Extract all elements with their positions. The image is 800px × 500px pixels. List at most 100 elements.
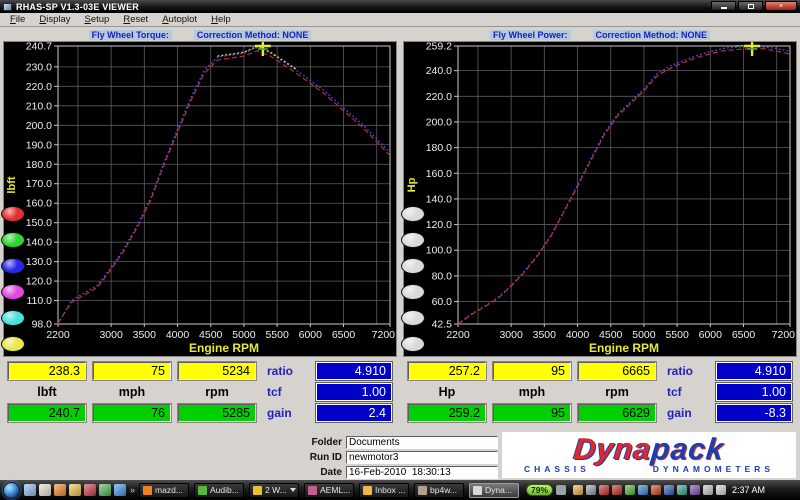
run-select-button-6[interactable] xyxy=(401,336,425,352)
svg-text:120.0: 120.0 xyxy=(26,276,52,288)
power-plug-icon[interactable] xyxy=(556,485,567,495)
run-select-button-2[interactable] xyxy=(1,232,25,248)
torque-chart[interactable]: 240.7 230.0 220.0 210.0 200.0 190.0 180.0 170.0… xyxy=(3,41,397,357)
close-button[interactable]: × xyxy=(765,1,797,11)
run-select-button-4[interactable] xyxy=(401,284,425,300)
quick-launch-overflow[interactable]: » xyxy=(130,485,135,495)
torque-correction-method: Correction Method: NONE xyxy=(193,29,312,40)
power-chart[interactable]: 259.2 240.0 220.0 200.0 180.0 160.0 140.0 120.0… xyxy=(403,41,797,357)
wifi-icon[interactable] xyxy=(703,485,714,495)
unit-label: mph xyxy=(518,385,546,399)
unit-label: rpm xyxy=(605,385,629,399)
logo-part2: pack xyxy=(649,433,726,466)
sync-icon[interactable] xyxy=(677,485,688,495)
dropdown-arrow-icon xyxy=(289,488,296,492)
folder-field[interactable] xyxy=(346,436,498,449)
firefox-icon[interactable] xyxy=(54,484,66,496)
svg-text:3500: 3500 xyxy=(133,329,157,341)
taskbar-button-aeml[interactable]: AEML... xyxy=(304,482,355,498)
run-select-button-2[interactable] xyxy=(401,232,425,248)
app-icon xyxy=(3,2,12,11)
taskbar-button-label: Dyna... xyxy=(485,485,512,495)
svg-text:80.0: 80.0 xyxy=(432,270,453,282)
volume-icon[interactable] xyxy=(716,485,727,495)
show-desktop-icon[interactable] xyxy=(24,484,36,496)
folder-label: Folder xyxy=(311,437,342,448)
messenger-icon[interactable] xyxy=(69,484,81,496)
live-readout-cell: 95 xyxy=(493,404,571,422)
antivirus-icon[interactable] xyxy=(612,485,623,495)
taskbar-button-icon xyxy=(143,485,153,495)
window-title: RHAS-SP V1.3-03E VIEWER xyxy=(16,1,139,12)
date-field[interactable] xyxy=(346,466,498,479)
ratio-value: 4.910 xyxy=(316,362,392,380)
svg-text:7200: 7200 xyxy=(772,329,796,341)
taskbar-button-label: mazd... xyxy=(155,485,183,495)
svg-text:6000: 6000 xyxy=(699,329,723,341)
tcf-value: 1.00 xyxy=(316,383,392,401)
svg-text:3500: 3500 xyxy=(533,329,557,341)
messenger-tray-icon[interactable] xyxy=(573,485,584,495)
mail-notifier-icon[interactable] xyxy=(651,485,662,495)
svg-text:4500: 4500 xyxy=(599,329,623,341)
menu-display[interactable]: Display xyxy=(32,14,77,25)
taskbar-button-icon xyxy=(308,485,318,495)
media-icon[interactable] xyxy=(99,484,111,496)
svg-text:Engine RPM: Engine RPM xyxy=(589,341,659,355)
app-blue-icon[interactable] xyxy=(664,485,675,495)
run-select-button-4[interactable] xyxy=(1,284,25,300)
title-bar: RHAS-SP V1.3-03E VIEWER × xyxy=(0,0,800,13)
taskbar-button-label: 2 W... xyxy=(265,485,287,495)
svg-text:180.0: 180.0 xyxy=(426,142,452,154)
logo-part1: Dyna xyxy=(572,433,654,466)
taskbar-button-label: Audib... xyxy=(210,485,239,495)
taskbar-button-bp4w[interactable]: bp4w... xyxy=(414,482,465,498)
run-select-button-6[interactable] xyxy=(1,336,25,352)
torque-run-buttons xyxy=(1,206,27,362)
battery-indicator[interactable]: 79% xyxy=(526,484,554,496)
taskbar-button-inbox[interactable]: Inbox ... xyxy=(359,482,410,498)
printer-icon[interactable] xyxy=(586,485,597,495)
run-select-button-5[interactable] xyxy=(401,310,425,326)
taskbar-button-label: bp4w... xyxy=(430,485,457,495)
menu-help[interactable]: Help xyxy=(204,14,238,25)
taskbar-button-mazd[interactable]: mazd... xyxy=(139,482,190,498)
run-select-button-1[interactable] xyxy=(1,206,25,222)
app-red-icon[interactable] xyxy=(84,484,96,496)
power-readout-table: 257.2 95 6665 ratio 4.910 Hp mph rpm tcf 1.00 259.… xyxy=(408,362,792,422)
peak-readout-cell: 95 xyxy=(493,362,571,380)
svg-text:180.0: 180.0 xyxy=(26,159,52,171)
run-select-button-5[interactable] xyxy=(1,310,25,326)
ie-icon[interactable] xyxy=(114,484,126,496)
menu-autoplot[interactable]: Autoplot xyxy=(155,14,204,25)
update-icon[interactable] xyxy=(625,485,636,495)
tcf-label: tcf xyxy=(667,385,682,399)
torque-readout-table: 238.3 75 5234 ratio 4.910 lbft mph rpm tcf 1.00 24… xyxy=(8,362,392,422)
menu-reset[interactable]: Reset xyxy=(116,14,155,25)
menu-file[interactable]: File xyxy=(3,14,32,25)
menu-setup[interactable]: Setup xyxy=(78,14,117,25)
start-button[interactable] xyxy=(3,481,20,499)
peak-readout-cell: 238.3 xyxy=(8,362,86,380)
windows-flag-icon[interactable] xyxy=(690,485,701,495)
svg-text:3000: 3000 xyxy=(499,329,523,341)
taskbar-button-icon xyxy=(473,485,483,495)
mail-icon[interactable] xyxy=(39,484,51,496)
security-alert-icon[interactable] xyxy=(599,485,610,495)
taskbar-button-audib[interactable]: Audib... xyxy=(194,482,245,498)
peak-readout-cell: 6665 xyxy=(578,362,656,380)
svg-text:120.0: 120.0 xyxy=(426,219,452,231)
taskbar-button-dyna[interactable]: Dyna... xyxy=(469,482,520,498)
run-select-button-3[interactable] xyxy=(1,258,25,274)
run-id-field[interactable] xyxy=(346,451,498,464)
maximize-button[interactable] xyxy=(738,1,763,11)
network-tool-icon[interactable] xyxy=(638,485,649,495)
taskbar-button-2w[interactable]: 2 W... xyxy=(249,482,300,498)
run-select-button-3[interactable] xyxy=(401,258,425,274)
window-controls: × xyxy=(711,1,797,11)
svg-text:60.0: 60.0 xyxy=(432,296,453,308)
app-window: RHAS-SP V1.3-03E VIEWER × File Display Set… xyxy=(0,0,800,500)
minimize-button[interactable] xyxy=(711,1,736,11)
power-panel: Fly Wheel Power: Correction Method: NONE… xyxy=(401,28,799,358)
run-select-button-1[interactable] xyxy=(401,206,425,222)
